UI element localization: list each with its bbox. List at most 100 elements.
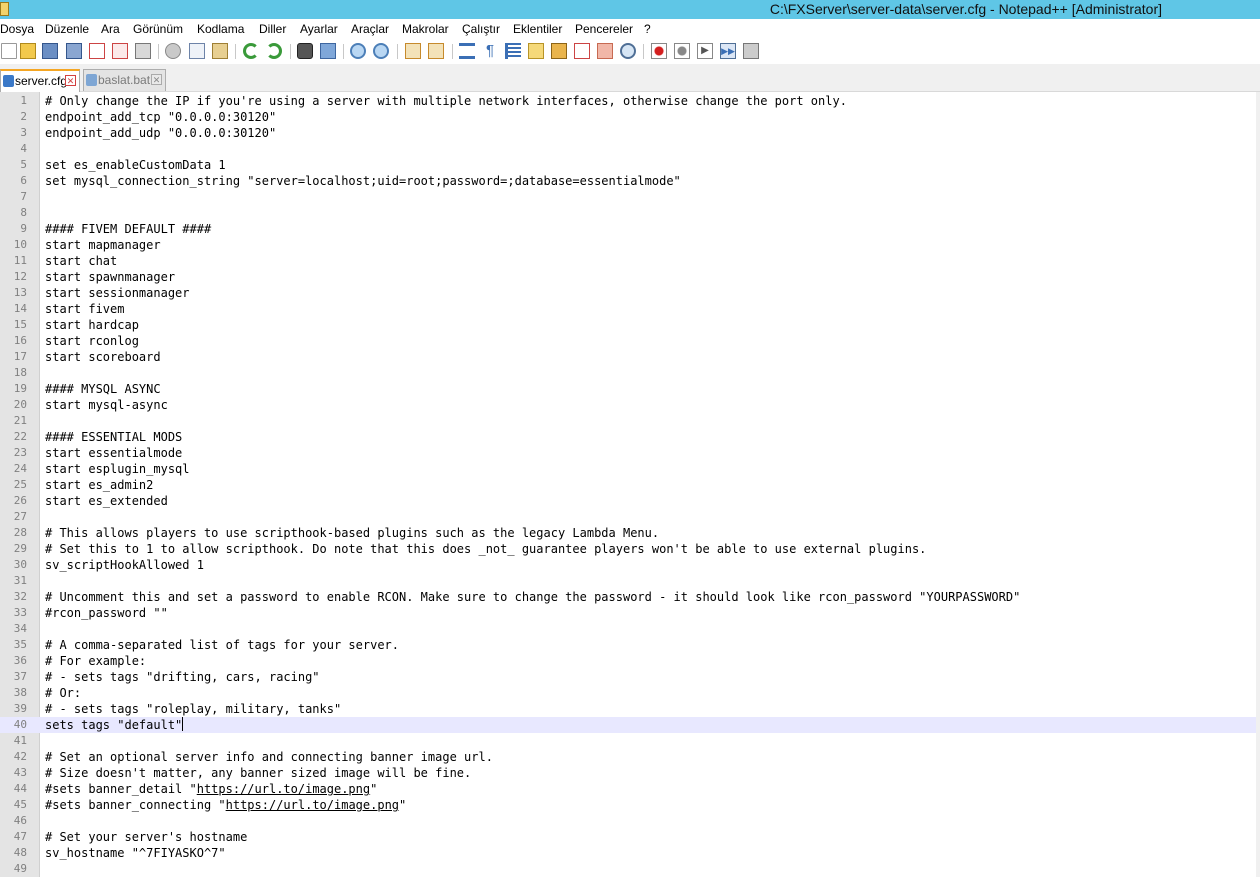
close-icon[interactable]	[89, 43, 105, 59]
code-line[interactable]: 18	[0, 365, 1256, 381]
code-line[interactable]: 6 set mysql_connection_string "server=loc…	[0, 173, 1256, 189]
open-file-icon[interactable]	[20, 43, 36, 59]
find-icon[interactable]	[297, 43, 313, 59]
code-line[interactable]: 35 # A comma-separated list of tags for y…	[0, 637, 1256, 653]
code-editor[interactable]: 1 # Only change the IP if you're using a …	[0, 92, 1256, 877]
menu-item-calistir[interactable]: Çalıştır	[462, 22, 500, 36]
code-line[interactable]: 19 #### MYSQL ASYNC	[0, 381, 1256, 397]
stop-macro-icon[interactable]	[674, 43, 690, 59]
code-line[interactable]: 16 start rconlog	[0, 333, 1256, 349]
sync-horizontal-icon[interactable]	[428, 43, 444, 59]
user-defined-language-icon[interactable]	[528, 43, 544, 59]
menu-item-ayarlar[interactable]: Ayarlar	[300, 22, 338, 36]
code-line[interactable]: 36 # For example:	[0, 653, 1256, 669]
code-line[interactable]: 12 start spawnmanager	[0, 269, 1256, 285]
code-line[interactable]: 49	[0, 861, 1256, 877]
code-line[interactable]: 20 start mysql-async	[0, 397, 1256, 413]
notepadpp-app-icon[interactable]	[0, 2, 9, 16]
menu-item-gorunum[interactable]: Görünüm	[133, 22, 183, 36]
code-line[interactable]: 29 # Set this to 1 to allow scripthook. D…	[0, 541, 1256, 557]
menu-item-duzenle[interactable]: Düzenle	[45, 22, 89, 36]
code-line[interactable]: 9 #### FIVEM DEFAULT ####	[0, 221, 1256, 237]
code-line[interactable]: 37 # - sets tags "drifting, cars, racing"	[0, 669, 1256, 685]
copy-icon[interactable]	[189, 43, 205, 59]
code-line[interactable]: 10 start mapmanager	[0, 237, 1256, 253]
print-icon[interactable]	[135, 43, 151, 59]
close-all-icon[interactable]	[112, 43, 128, 59]
tab-server-cfg[interactable]: server.cfg ✕	[0, 69, 80, 92]
code-line[interactable]: 14 start fivem	[0, 301, 1256, 317]
code-line[interactable]: 25 start es_admin2	[0, 477, 1256, 493]
url-link[interactable]: https://url.to/image.png	[226, 798, 399, 812]
sync-vertical-icon[interactable]	[405, 43, 421, 59]
code-line[interactable]: 27	[0, 509, 1256, 525]
menu-item-diller[interactable]: Diller	[259, 22, 286, 36]
indent-guide-icon[interactable]	[505, 43, 521, 59]
save-all-icon[interactable]	[66, 43, 82, 59]
monitoring-icon[interactable]	[620, 43, 636, 59]
cut-icon[interactable]	[165, 43, 181, 59]
play-macro-icon[interactable]: ▶	[697, 43, 713, 59]
code-line[interactable]: 33 #rcon_password ""	[0, 605, 1256, 621]
code-line[interactable]: 44 #sets banner_detail "https://url.to/im…	[0, 781, 1256, 797]
code-line[interactable]: 26 start es_extended	[0, 493, 1256, 509]
vertical-scrollbar[interactable]	[1256, 92, 1260, 877]
show-all-characters-icon[interactable]: ¶	[482, 43, 498, 59]
code-line[interactable]: 30 sv_scriptHookAllowed 1	[0, 557, 1256, 573]
code-line[interactable]: 2 endpoint_add_tcp "0.0.0.0:30120"	[0, 109, 1256, 125]
code-line[interactable]: 43 # Size doesn't matter, any banner size…	[0, 765, 1256, 781]
zoom-out-icon[interactable]	[373, 43, 389, 59]
menu-item-kodlama[interactable]: Kodlama	[197, 22, 244, 36]
tab-close-icon[interactable]: ✕	[65, 75, 76, 86]
code-line[interactable]: 31	[0, 573, 1256, 589]
url-link[interactable]: https://url.to/image.png	[197, 782, 370, 796]
code-line[interactable]: 5 set es_enableCustomData 1	[0, 157, 1256, 173]
code-line[interactable]: 45 #sets banner_connecting "https://url.t…	[0, 797, 1256, 813]
menu-item-pencereler[interactable]: Pencereler	[575, 22, 633, 36]
folder-as-workspace-icon[interactable]	[597, 43, 613, 59]
word-wrap-icon[interactable]	[459, 43, 475, 59]
code-line[interactable]: 38 # Or:	[0, 685, 1256, 701]
save-icon[interactable]	[42, 43, 58, 59]
code-line[interactable]: 13 start sessionmanager	[0, 285, 1256, 301]
code-line[interactable]: 3 endpoint_add_udp "0.0.0.0:30120"	[0, 125, 1256, 141]
code-line[interactable]: 42 # Set an optional server info and conn…	[0, 749, 1256, 765]
menu-item-help[interactable]: ?	[644, 22, 651, 36]
tab-close-icon[interactable]: ✕	[151, 74, 162, 85]
code-line[interactable]: 15 start hardcap	[0, 317, 1256, 333]
menu-item-eklentiler[interactable]: Eklentiler	[513, 22, 562, 36]
code-line[interactable]: 39 # - sets tags "roleplay, military, tan…	[0, 701, 1256, 717]
menu-item-dosya[interactable]: Dosya	[0, 22, 34, 36]
code-line[interactable]: 23 start essentialmode	[0, 445, 1256, 461]
code-line[interactable]: 21	[0, 413, 1256, 429]
code-line[interactable]: 40 sets tags "default"	[0, 717, 1256, 733]
save-macro-icon[interactable]	[743, 43, 759, 59]
menu-item-ara[interactable]: Ara	[101, 22, 120, 36]
zoom-in-icon[interactable]	[350, 43, 366, 59]
paste-icon[interactable]	[212, 43, 228, 59]
code-line[interactable]: 17 start scoreboard	[0, 349, 1256, 365]
new-file-icon[interactable]	[1, 43, 17, 59]
code-line[interactable]: 24 start esplugin_mysql	[0, 461, 1256, 477]
code-line[interactable]: 1 # Only change the IP if you're using a …	[0, 93, 1256, 109]
replace-icon[interactable]	[320, 43, 336, 59]
code-line[interactable]: 4	[0, 141, 1256, 157]
code-line[interactable]: 34	[0, 621, 1256, 637]
code-line[interactable]: 11 start chat	[0, 253, 1256, 269]
menu-item-makrolar[interactable]: Makrolar	[402, 22, 449, 36]
record-macro-icon[interactable]	[651, 43, 667, 59]
code-line[interactable]: 48 sv_hostname "^7FIYASKO^7"	[0, 845, 1256, 861]
undo-icon[interactable]	[243, 43, 259, 59]
document-map-icon[interactable]	[551, 43, 567, 59]
function-list-icon[interactable]	[574, 43, 590, 59]
code-line[interactable]: 8	[0, 205, 1256, 221]
run-macro-multiple-icon[interactable]: ▶▶	[720, 43, 736, 59]
code-line[interactable]: 28 # This allows players to use scripthoo…	[0, 525, 1256, 541]
code-line[interactable]: 47 # Set your server's hostname	[0, 829, 1256, 845]
code-line[interactable]: 46	[0, 813, 1256, 829]
tab-baslat-bat[interactable]: baslat.bat ✕	[83, 69, 166, 91]
code-line[interactable]: 7	[0, 189, 1256, 205]
code-line[interactable]: 41	[0, 733, 1256, 749]
code-line[interactable]: 22 #### ESSENTIAL MODS	[0, 429, 1256, 445]
redo-icon[interactable]	[266, 43, 282, 59]
